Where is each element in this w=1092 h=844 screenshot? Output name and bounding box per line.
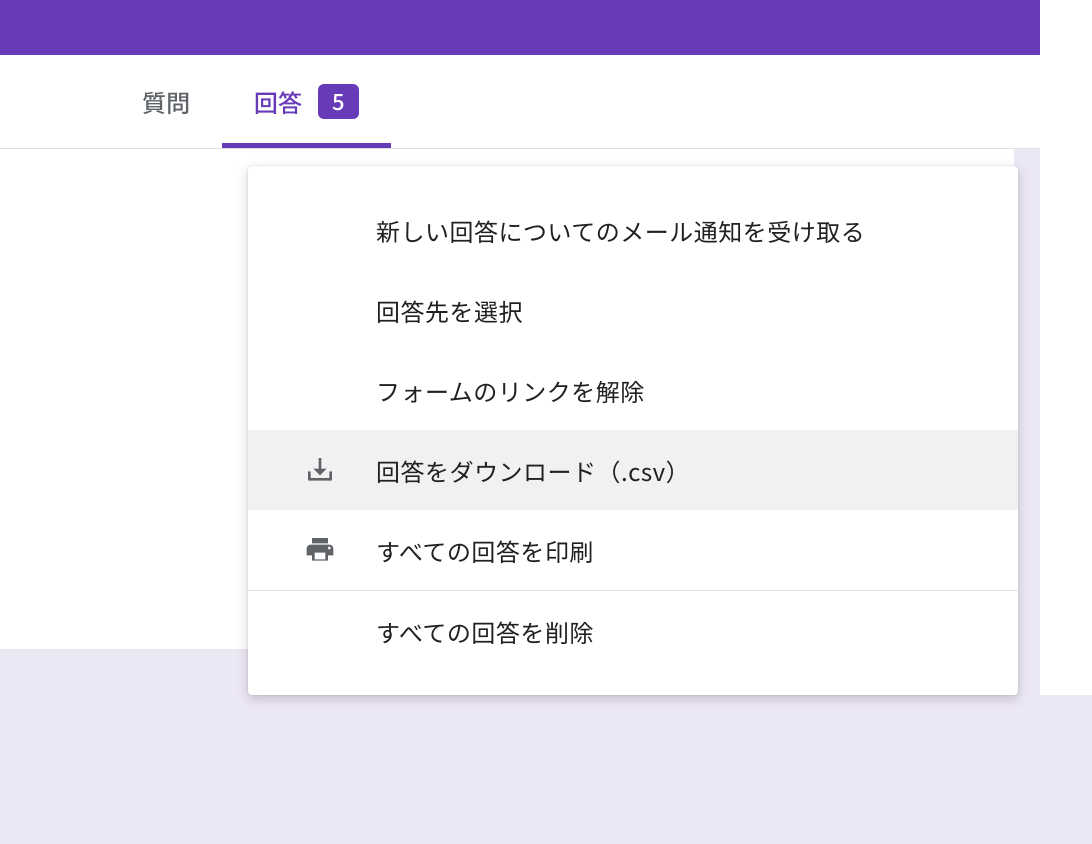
responses-dropdown-menu: 新しい回答についてのメール通知を受け取る 回答先を選択 フォームのリンクを解除 … xyxy=(248,166,1018,695)
tab-responses-label: 回答 xyxy=(254,84,302,119)
responses-count-badge: 5 xyxy=(318,84,359,118)
menu-item-select-destination[interactable]: 回答先を選択 xyxy=(248,270,1018,350)
side-strip xyxy=(1040,0,1092,695)
menu-item-print-all[interactable]: すべての回答を印刷 xyxy=(248,510,1018,590)
tab-questions[interactable]: 質問 xyxy=(110,55,222,148)
tab-responses[interactable]: 回答 5 xyxy=(222,55,391,148)
print-icon xyxy=(304,534,376,566)
menu-item-unlink-form[interactable]: フォームのリンクを解除 xyxy=(248,350,1018,430)
menu-item-download-csv-label: 回答をダウンロード（.csv） xyxy=(376,453,1018,488)
menu-item-email-notify-label: 新しい回答についてのメール通知を受け取る xyxy=(304,213,1018,248)
menu-top-padding xyxy=(248,166,1018,190)
download-icon xyxy=(304,454,376,486)
menu-item-delete-all-label: すべての回答を削除 xyxy=(304,614,1018,649)
tab-bar: 質問 回答 5 xyxy=(0,55,1040,149)
menu-bottom-padding xyxy=(248,671,1018,695)
tab-questions-label: 質問 xyxy=(142,84,190,119)
menu-item-download-csv[interactable]: 回答をダウンロード（.csv） xyxy=(248,430,1018,510)
menu-item-print-all-label: すべての回答を印刷 xyxy=(376,533,1018,568)
menu-item-email-notify[interactable]: 新しい回答についてのメール通知を受け取る xyxy=(248,190,1018,270)
menu-item-unlink-form-label: フォームのリンクを解除 xyxy=(304,373,1018,408)
menu-item-delete-all[interactable]: すべての回答を削除 xyxy=(248,591,1018,671)
menu-item-select-destination-label: 回答先を選択 xyxy=(304,293,1018,328)
app-header-bar xyxy=(0,0,1092,55)
